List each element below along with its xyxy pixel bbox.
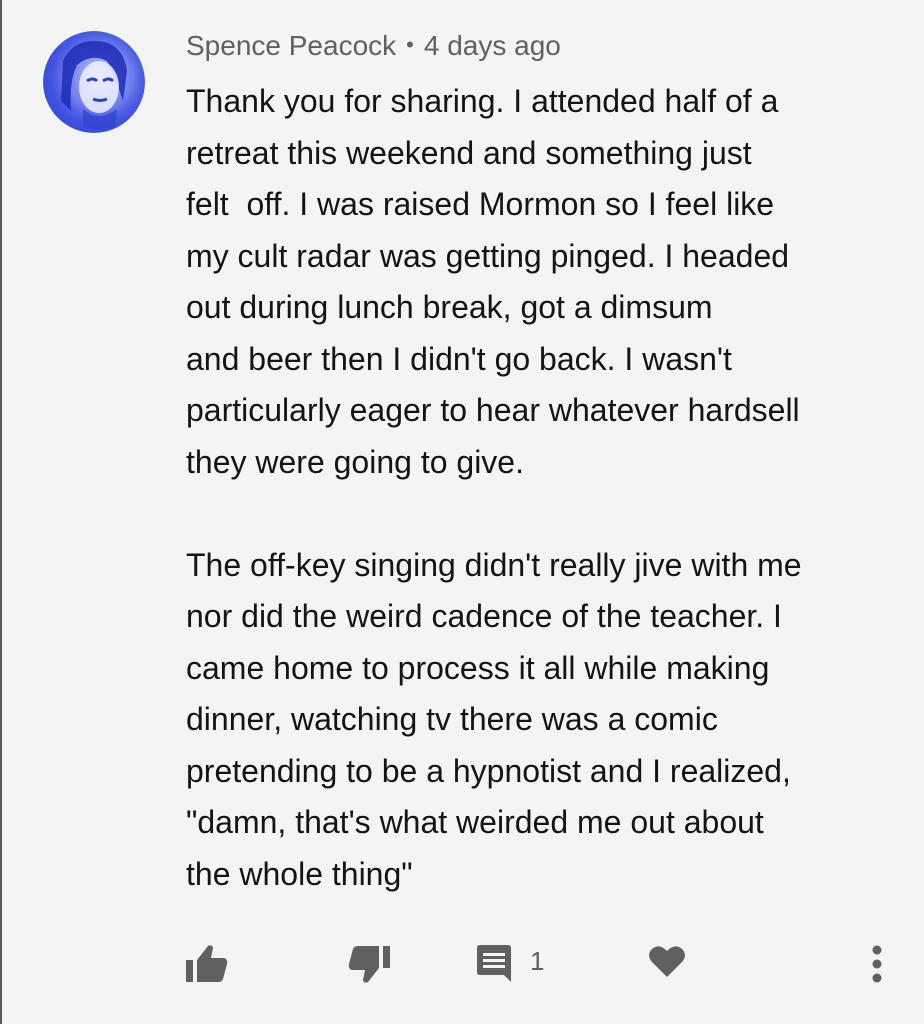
- comment-actions: 1: [0, 930, 924, 1000]
- comment-line: retreat this weekend and something just: [186, 134, 752, 171]
- comment-line: my cult radar was getting pinged. I head…: [186, 237, 790, 274]
- comment-line: out during lunch break, got a dimsum: [186, 289, 713, 325]
- thumbs-down-icon[interactable]: [348, 944, 390, 984]
- comment-line: particularly eager to hear whatever hard…: [186, 392, 800, 428]
- comment-line: nor did the weird cadence of the teacher…: [186, 598, 782, 634]
- comment-icon[interactable]: [475, 944, 513, 984]
- more-vertical-icon[interactable]: [870, 944, 884, 984]
- avatar[interactable]: [43, 31, 145, 133]
- comment-text: Thank you for sharing. I attended half o…: [186, 76, 901, 900]
- comment-header: Spence Peacock • 4 days ago: [186, 30, 561, 62]
- comment-line: dinner, watching tv there was a comic: [186, 701, 718, 737]
- author-name[interactable]: Spence Peacock: [186, 30, 396, 61]
- comment-line: pretending to be a hypnotist and I reali…: [186, 752, 791, 789]
- reply-count: 1: [530, 946, 545, 976]
- thumbs-up-icon[interactable]: [186, 944, 228, 984]
- comment-line: The off-key singing didn't really jive w…: [186, 546, 802, 583]
- comment-line: the whole thing": [186, 855, 413, 892]
- comment-line: and beer then I didn't go back. I wasn't: [186, 340, 732, 377]
- comment-line: felt off. I was raised Mormon so I feel …: [186, 186, 775, 222]
- comment-line: they were going to give.: [186, 443, 524, 480]
- comment-line: Thank you for sharing. I attended half o…: [186, 83, 779, 119]
- comment-line: came home to process it all while making: [186, 649, 770, 686]
- heart-icon[interactable]: [648, 944, 686, 978]
- avatar-image: [43, 31, 145, 133]
- timestamp: 4 days ago: [423, 30, 561, 61]
- left-border: [0, 0, 2, 1024]
- comment-line: "damn, that's what weirded me out about: [186, 804, 764, 840]
- separator-dot: •: [406, 32, 414, 57]
